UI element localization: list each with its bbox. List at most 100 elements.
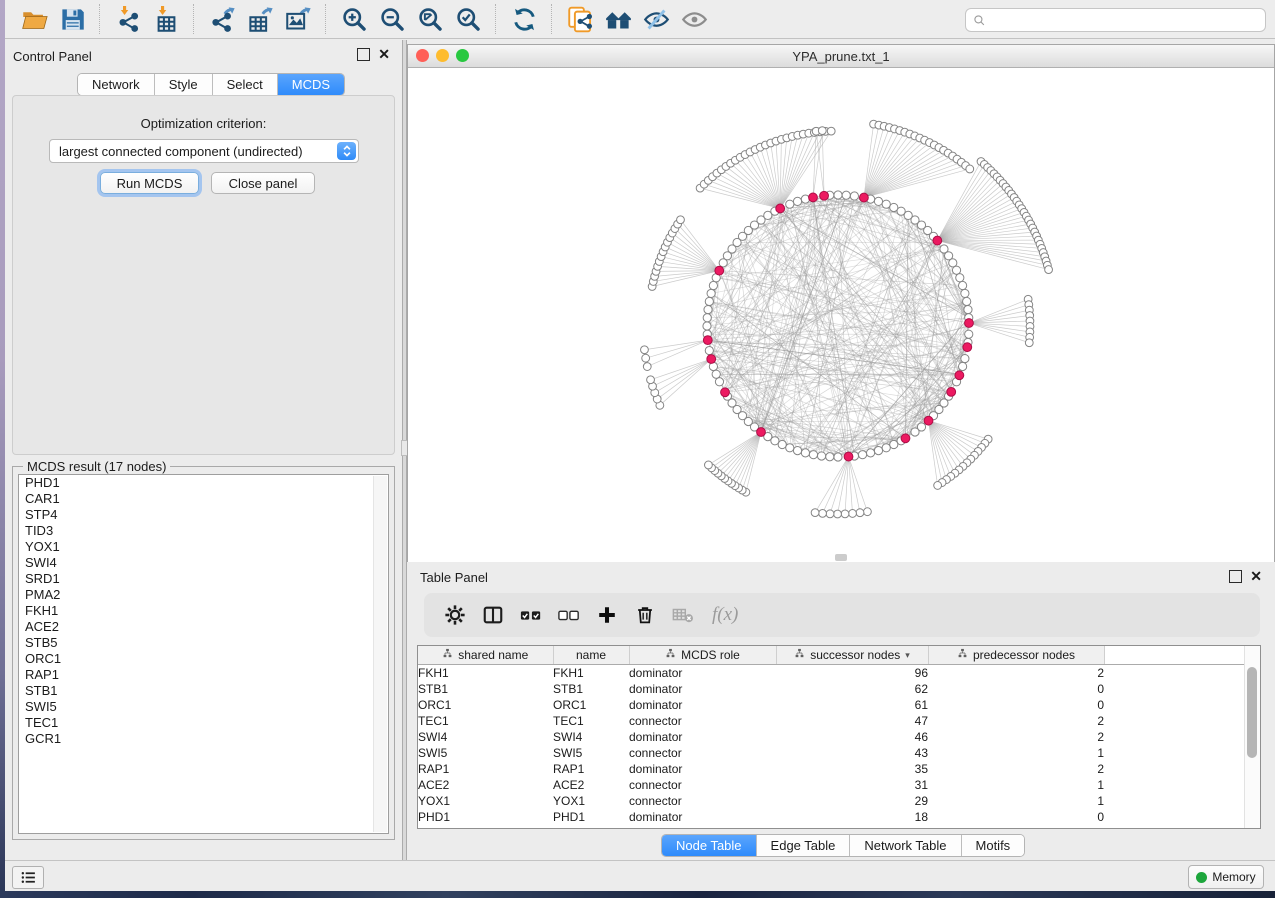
table-row[interactable]: TEC1TEC1connector472	[418, 713, 1246, 729]
duplicate-network-icon[interactable]	[565, 4, 595, 34]
column-header-predecessor-nodes[interactable]: predecessor nodes	[928, 646, 1104, 665]
tab-edge-table[interactable]: Edge Table	[757, 835, 851, 856]
mcds-result-item[interactable]: YOX1	[19, 539, 388, 555]
search-input[interactable]	[991, 12, 1265, 28]
mcds-result-item[interactable]: TID3	[19, 523, 388, 539]
mcds-result-item[interactable]: PHD1	[19, 475, 388, 491]
node-table: shared namenameMCDS rolesuccessor nodes▾…	[418, 646, 1246, 825]
memory-status-icon	[1196, 872, 1207, 883]
zoom-out-icon[interactable]	[377, 4, 407, 34]
task-history-button[interactable]	[12, 866, 44, 889]
tab-motifs[interactable]: Motifs	[962, 835, 1025, 856]
mcds-result-item[interactable]: STB1	[19, 683, 388, 699]
list-icon	[20, 869, 37, 886]
tab-select[interactable]: Select	[213, 74, 278, 95]
network-window: YPA_prune.txt_1	[407, 44, 1275, 562]
run-mcds-button[interactable]: Run MCDS	[100, 172, 199, 194]
open-folder-icon[interactable]	[19, 4, 49, 34]
search-box[interactable]	[965, 8, 1266, 32]
export-network-icon[interactable]	[207, 4, 237, 34]
toolbar-separator	[99, 4, 101, 34]
import-table-icon[interactable]	[151, 4, 181, 34]
first-neighbors-icon[interactable]	[603, 4, 633, 34]
column-type-icon	[957, 648, 968, 662]
table-panel: Table Panel ✕ f(x) shared namenameMCDS r…	[407, 565, 1275, 860]
memory-button[interactable]: Memory	[1188, 865, 1264, 889]
table-row[interactable]: SWI4SWI4dominator462	[418, 729, 1246, 745]
save-icon[interactable]	[57, 4, 87, 34]
table-row[interactable]: FKH1FKH1dominator962	[418, 665, 1246, 682]
refresh-icon[interactable]	[509, 4, 539, 34]
tab-node-table[interactable]: Node Table	[662, 835, 757, 856]
deselect-checks-icon[interactable]	[556, 602, 582, 628]
close-table-panel-icon[interactable]: ✕	[1250, 571, 1262, 582]
memory-label: Memory	[1212, 870, 1255, 884]
mcds-result-item[interactable]: TEC1	[19, 715, 388, 731]
mcds-panel: Optimization criterion: largest connecte…	[12, 95, 395, 455]
table-row[interactable]: RAP1RAP1dominator352	[418, 761, 1246, 777]
show-all-icon[interactable]	[679, 4, 709, 34]
table-row[interactable]: ACE2ACE2connector311	[418, 777, 1246, 793]
network-canvas[interactable]	[408, 68, 1274, 562]
table-toolbar: f(x)	[424, 593, 1260, 637]
result-list-scrollbar[interactable]	[373, 476, 387, 832]
split-columns-icon[interactable]	[480, 602, 506, 628]
toolbar-separator	[495, 4, 497, 34]
export-image-icon[interactable]	[283, 4, 313, 34]
optimization-criterion-value: largest connected component (undirected)	[50, 144, 337, 159]
mcds-result-item[interactable]: ORC1	[19, 651, 388, 667]
table-scrollbar-thumb[interactable]	[1247, 667, 1257, 758]
mcds-result-item[interactable]: FKH1	[19, 603, 388, 619]
table-row[interactable]: ORC1ORC1dominator610	[418, 697, 1246, 713]
column-header-successor-nodes[interactable]: successor nodes▾	[776, 646, 928, 665]
toolbar-separator	[551, 4, 553, 34]
mcds-result-item[interactable]: STP4	[19, 507, 388, 523]
network-graph[interactable]	[408, 68, 1274, 562]
select-all-checks-icon[interactable]	[518, 602, 544, 628]
column-header-name[interactable]: name	[553, 646, 629, 665]
mcds-result-item[interactable]: ACE2	[19, 619, 388, 635]
table-row[interactable]: SWI5SWI5connector431	[418, 745, 1246, 761]
column-type-icon	[442, 648, 453, 662]
hide-selected-icon[interactable]	[641, 4, 671, 34]
column-header-shared-name[interactable]: shared name	[418, 646, 553, 665]
main-toolbar	[5, 0, 1275, 39]
optimization-criterion-select[interactable]: largest connected component (undirected)	[49, 139, 359, 163]
canvas-resize-nub[interactable]	[835, 554, 847, 561]
mcds-result-item[interactable]: SWI4	[19, 555, 388, 571]
maximize-window-icon[interactable]	[456, 49, 469, 62]
float-table-panel-icon[interactable]	[1229, 570, 1242, 583]
desktop-wallpaper-bottom	[0, 890, 1275, 898]
export-table-icon[interactable]	[245, 4, 275, 34]
close-panel-button[interactable]: Close panel	[211, 172, 315, 194]
delete-column-icon[interactable]	[632, 602, 658, 628]
import-network-icon[interactable]	[113, 4, 143, 34]
float-panel-icon[interactable]	[357, 48, 370, 61]
tab-network[interactable]: Network	[78, 74, 155, 95]
column-header-MCDS-role[interactable]: MCDS role	[629, 646, 776, 665]
zoom-selected-icon[interactable]	[453, 4, 483, 34]
table-scrollbar[interactable]	[1244, 646, 1260, 828]
mcds-result-item[interactable]: PMA2	[19, 587, 388, 603]
table-row[interactable]: STB1STB1dominator620	[418, 681, 1246, 697]
mcds-result-item[interactable]: RAP1	[19, 667, 388, 683]
mcds-result-item[interactable]: STB5	[19, 635, 388, 651]
table-row[interactable]: PHD1PHD1dominator180	[418, 809, 1246, 825]
table-row[interactable]: YOX1YOX1connector291	[418, 793, 1246, 809]
add-column-icon[interactable]	[594, 602, 620, 628]
mcds-result-item[interactable]: SWI5	[19, 699, 388, 715]
tab-style[interactable]: Style	[155, 74, 213, 95]
mcds-result-item[interactable]: CAR1	[19, 491, 388, 507]
zoom-fit-icon[interactable]	[415, 4, 445, 34]
mcds-result-item[interactable]: GCR1	[19, 731, 388, 747]
mcds-result-item[interactable]: SRD1	[19, 571, 388, 587]
minimize-window-icon[interactable]	[436, 49, 449, 62]
mcds-result-title: MCDS result (17 nodes)	[23, 459, 170, 474]
tab-network-table[interactable]: Network Table	[850, 835, 961, 856]
control-panel-title: Control Panel	[13, 49, 92, 64]
zoom-in-icon[interactable]	[339, 4, 369, 34]
settings-gear-icon[interactable]	[442, 602, 468, 628]
close-window-icon[interactable]	[416, 49, 429, 62]
tab-mcds[interactable]: MCDS	[278, 74, 344, 95]
close-panel-icon[interactable]: ✕	[378, 49, 390, 60]
